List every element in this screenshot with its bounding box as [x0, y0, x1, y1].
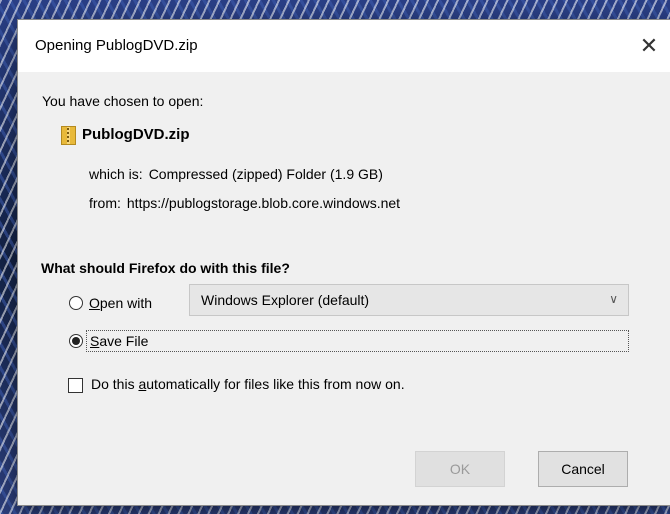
dialog-title: Opening PublogDVD.zip	[35, 37, 198, 54]
save-file-radio[interactable]	[69, 334, 83, 348]
download-dialog: Opening PublogDVD.zip ✕ You have chosen …	[18, 20, 670, 505]
application-select-value: Windows Explorer (default)	[201, 292, 370, 308]
open-with-label[interactable]: Open with	[89, 295, 152, 311]
save-file-label: Save File	[90, 333, 149, 349]
application-select[interactable]: Windows Explorer (default) ∨	[189, 284, 629, 316]
which-is-label: which is:	[89, 166, 143, 182]
chevron-down-icon: ∨	[609, 292, 618, 306]
source-url: https://publogstorage.blob.core.windows.…	[126, 195, 401, 211]
file-type-value: Compressed (zipped) Folder (1.9 GB)	[148, 166, 383, 182]
from-label: from:	[89, 195, 121, 211]
ok-button[interactable]: OK	[415, 451, 505, 487]
chosen-label: You have chosen to open:	[42, 93, 204, 109]
file-type-line: which is: Compressed (zipped) Folder (1.9…	[89, 166, 383, 182]
auto-action-label[interactable]: Do this automatically for files like thi…	[91, 376, 405, 392]
title-bar[interactable]: Opening PublogDVD.zip ✕	[18, 20, 670, 72]
close-icon[interactable]: ✕	[628, 20, 670, 72]
source-line: from: https://publogstorage.blob.core.win…	[89, 195, 400, 211]
cancel-button[interactable]: Cancel	[538, 451, 628, 487]
zip-archive-icon	[61, 126, 76, 145]
open-with-radio[interactable]	[69, 296, 83, 310]
file-name: PublogDVD.zip	[82, 126, 190, 143]
save-file-option[interactable]: Save File	[86, 330, 629, 352]
auto-action-checkbox[interactable]	[68, 378, 83, 393]
action-question: What should Firefox do with this file?	[41, 260, 290, 276]
